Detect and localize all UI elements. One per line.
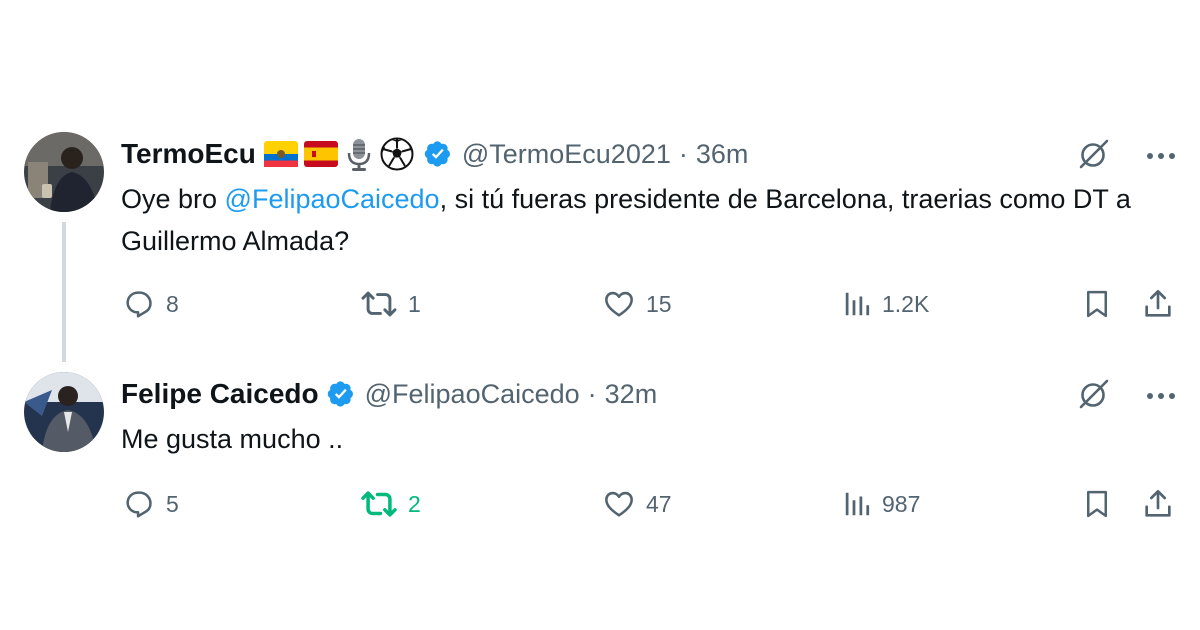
reply-button[interactable]: 8 <box>122 284 179 324</box>
timestamp[interactable]: 36m <box>696 139 749 170</box>
bookmark-icon <box>1087 490 1107 518</box>
share-icon <box>1145 490 1171 517</box>
timestamp[interactable]: 32m <box>605 379 658 410</box>
repost-count: 2 <box>408 490 421 517</box>
verified-badge-icon[interactable] <box>327 380 355 408</box>
ecuador-flag-icon <box>263 141 298 167</box>
like-button[interactable]: 15 <box>602 284 672 324</box>
tweet-text-part: Oye bro <box>121 184 225 214</box>
mention-link[interactable]: @FelipaoCaicedo <box>225 184 440 214</box>
repost-button[interactable]: 2 <box>360 484 421 524</box>
view-count: 1.2K <box>882 290 930 317</box>
views-button[interactable]: 1.2K <box>842 284 929 324</box>
like-count: 15 <box>646 290 672 317</box>
separator-dot: · <box>678 138 688 169</box>
views-button[interactable]: 987 <box>842 484 920 524</box>
bookmark-button[interactable] <box>1082 284 1112 324</box>
display-name[interactable]: TermoEcu <box>121 138 256 170</box>
share-button[interactable] <box>1142 284 1174 324</box>
soccer-ball-icon <box>380 137 414 171</box>
reply-icon <box>126 291 152 318</box>
bookmark-button[interactable] <box>1082 484 1112 524</box>
more-options-icon[interactable] <box>1146 388 1176 406</box>
grok-icon[interactable] <box>1076 376 1112 417</box>
repost-count: 1 <box>408 290 421 317</box>
action-bar: 5 2 47 987 <box>0 484 1200 524</box>
repost-button[interactable]: 1 <box>360 284 421 324</box>
verified-badge-icon[interactable] <box>424 140 452 168</box>
reply-button[interactable]: 5 <box>122 484 179 524</box>
heart-icon <box>605 491 633 517</box>
reply-count: 8 <box>166 290 179 317</box>
views-chart-icon <box>845 292 870 316</box>
separator-dot: · <box>587 378 597 409</box>
tweet-text: Oye bro @FelipaoCaicedo, si tú fueras pr… <box>121 178 1151 262</box>
avatar[interactable] <box>24 132 104 212</box>
avatar[interactable] <box>24 372 104 452</box>
share-icon <box>1145 290 1171 317</box>
tweet-text: Me gusta mucho .. <box>121 424 344 454</box>
display-name[interactable]: Felipe Caicedo <box>121 378 319 410</box>
view-count: 987 <box>882 490 921 517</box>
action-bar: 8 1 15 1.2K <box>0 284 1200 324</box>
share-button[interactable] <box>1142 484 1174 524</box>
microphone-icon <box>344 137 374 171</box>
user-handle[interactable]: @TermoEcu2021 <box>462 139 671 170</box>
bookmark-icon <box>1087 290 1107 318</box>
heart-icon <box>605 291 633 317</box>
like-count: 47 <box>646 490 672 517</box>
repost-icon <box>361 491 397 517</box>
reply-icon <box>126 491 152 518</box>
more-options-icon[interactable] <box>1146 148 1176 166</box>
user-handle[interactable]: @FelipaoCaicedo <box>365 379 580 410</box>
spain-flag-icon <box>303 141 338 167</box>
repost-icon <box>361 291 397 317</box>
views-chart-icon <box>845 492 870 516</box>
like-button[interactable]: 47 <box>602 484 672 524</box>
grok-icon[interactable] <box>1076 136 1112 177</box>
reply-count: 5 <box>166 490 179 517</box>
